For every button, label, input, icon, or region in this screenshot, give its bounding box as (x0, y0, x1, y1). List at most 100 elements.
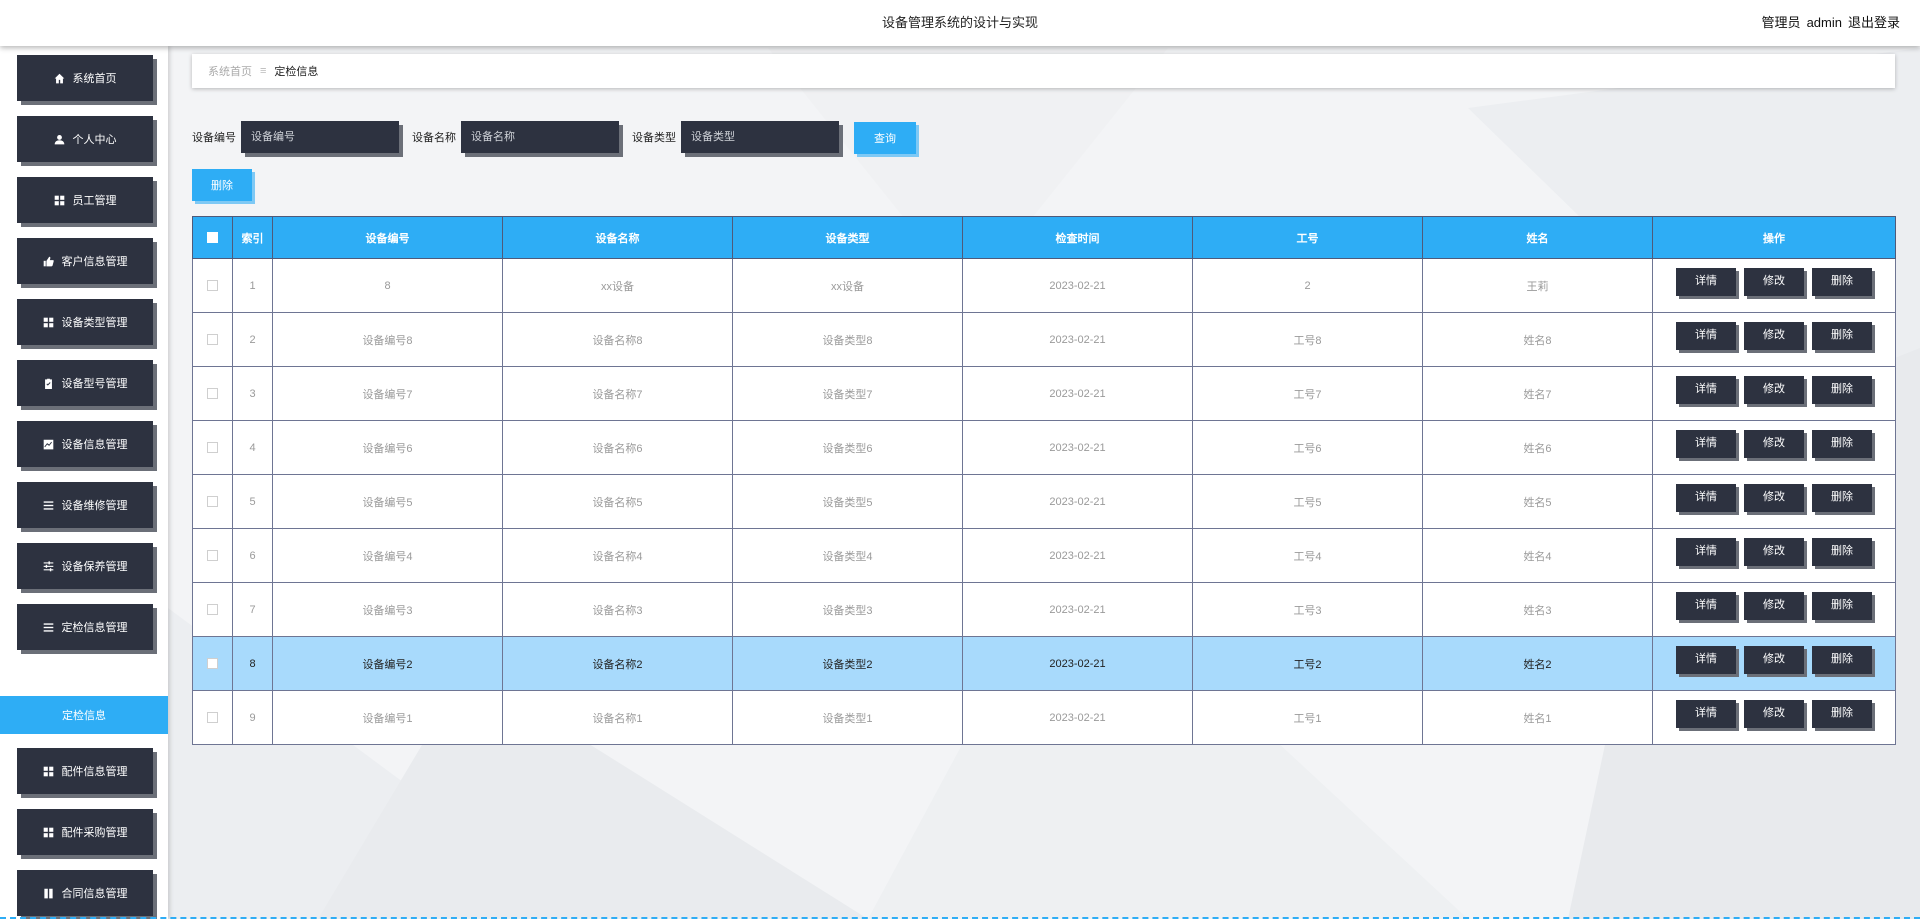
select-all-checkbox[interactable] (207, 232, 218, 244)
table-cell: 设备名称1 (502, 690, 733, 745)
table-cell: 设备类型8 (732, 312, 963, 367)
row-checkbox[interactable] (207, 712, 218, 724)
select-all-header (192, 216, 233, 259)
detail-button[interactable]: 详情 (1676, 591, 1736, 620)
grid-icon (43, 766, 54, 777)
edit-button[interactable]: 修改 (1744, 429, 1804, 458)
sidebar-item-employees[interactable]: 员工管理 (17, 177, 153, 223)
device-id-input[interactable] (241, 121, 399, 153)
table-row[interactable]: 5 设备编号5 设备名称5 设备类型5 2023-02-21 工号5 姓名5 详情 修改 删除 (192, 474, 1896, 529)
edit-button[interactable]: 修改 (1744, 483, 1804, 512)
breadcrumb-separator-icon: ≡ (260, 65, 267, 77)
table-row[interactable]: 1 8 xx设备 xx设备 2023-02-21 2 王莉 详情 修改 删除 (192, 258, 1896, 313)
row-select-cell (192, 420, 233, 475)
table-cell: 设备名称6 (502, 420, 733, 475)
table-row[interactable]: 9 设备编号1 设备名称1 设备类型1 2023-02-21 工号1 姓名1 详情 修改 删除 (192, 690, 1896, 745)
sidebar-item-device-info[interactable]: 设备信息管理 (17, 421, 153, 467)
row-checkbox[interactable] (207, 280, 218, 292)
table-row[interactable]: 2 设备编号8 设备名称8 设备类型8 2023-02-21 工号8 姓名8 详情 修改 删除 (192, 312, 1896, 367)
sidebar-item-label: 合同信息管理 (61, 888, 128, 900)
delete-button[interactable]: 删除 (1812, 537, 1872, 566)
sidebar-item-maintenance[interactable]: 设备维修管理 (17, 482, 153, 528)
table-cell: 设备名称4 (502, 528, 733, 583)
table-cell: 工号8 (1192, 312, 1423, 367)
sidebar-item-label: 设备型号管理 (61, 378, 128, 390)
detail-button[interactable]: 详情 (1676, 375, 1736, 404)
row-checkbox[interactable] (207, 334, 218, 346)
delete-button[interactable]: 删除 (1812, 591, 1872, 620)
table-cell: 设备编号6 (272, 420, 503, 475)
batch-delete-button[interactable]: 删除 (192, 169, 252, 201)
edit-button[interactable]: 修改 (1744, 375, 1804, 404)
row-checkbox[interactable] (207, 442, 218, 454)
sidebar-item-parts[interactable]: 配件信息管理 (17, 748, 153, 794)
sidebar-item-label: 设备类型管理 (61, 317, 128, 329)
edit-button[interactable]: 修改 (1744, 699, 1804, 728)
edit-button[interactable]: 修改 (1744, 537, 1804, 566)
table-cell: 姓名2 (1422, 636, 1653, 691)
delete-button[interactable]: 删除 (1812, 483, 1872, 512)
table-cell: 姓名4 (1422, 528, 1653, 583)
delete-button[interactable]: 删除 (1812, 375, 1872, 404)
username: admin (1806, 15, 1842, 30)
breadcrumb-home[interactable]: 系统首页 (208, 63, 252, 79)
detail-button[interactable]: 详情 (1676, 699, 1736, 728)
table-cell: 2023-02-21 (962, 366, 1193, 421)
row-checkbox[interactable] (207, 604, 218, 616)
table-cell: 3 (232, 366, 273, 421)
detail-button[interactable]: 详情 (1676, 429, 1736, 458)
row-checkbox[interactable] (207, 388, 218, 400)
device-name-input[interactable] (461, 121, 619, 153)
row-select-cell (192, 474, 233, 529)
sidebar-item-home[interactable]: 系统首页 (17, 55, 153, 101)
table-cell: 2023-02-21 (962, 582, 1193, 637)
detail-button[interactable]: 详情 (1676, 537, 1736, 566)
table-row[interactable]: 4 设备编号6 设备名称6 设备类型6 2023-02-21 工号6 姓名6 详情 修改 删除 (192, 420, 1896, 475)
table-row[interactable]: 6 设备编号4 设备名称4 设备类型4 2023-02-21 工号4 姓名4 详情 修改 删除 (192, 528, 1896, 583)
delete-button[interactable]: 删除 (1812, 645, 1872, 674)
sidebar-item-profile[interactable]: 个人中心 (17, 116, 153, 162)
logout-link[interactable]: 退出登录 (1848, 15, 1900, 30)
table-cell: 2 (1192, 258, 1423, 313)
delete-button[interactable]: 删除 (1812, 321, 1872, 350)
search-device-id: 设备编号 (192, 120, 399, 154)
table-cell: 2023-02-21 (962, 474, 1193, 529)
edit-button[interactable]: 修改 (1744, 591, 1804, 620)
clipboard-check-icon (43, 378, 54, 389)
table-cell: 设备名称2 (502, 636, 733, 691)
sidebar-item-servicing[interactable]: 设备保养管理 (17, 543, 153, 589)
edit-button[interactable]: 修改 (1744, 267, 1804, 296)
query-button[interactable]: 查询 (854, 122, 916, 154)
delete-button[interactable]: 删除 (1812, 267, 1872, 296)
detail-button[interactable]: 详情 (1676, 645, 1736, 674)
sidebar-item-inspection[interactable]: 定检信息管理 (17, 604, 153, 650)
detail-button[interactable]: 详情 (1676, 321, 1736, 350)
table-row[interactable]: 7 设备编号3 设备名称3 设备类型3 2023-02-21 工号3 姓名3 详情 修改 删除 (192, 582, 1896, 637)
delete-button[interactable]: 删除 (1812, 429, 1872, 458)
row-checkbox[interactable] (207, 496, 218, 508)
column-header: 设备名称 (502, 216, 733, 259)
sidebar-subitem-inspection-info[interactable]: 定检信息 (0, 696, 168, 734)
sidebar-item-device-models[interactable]: 设备型号管理 (17, 360, 153, 406)
sidebar-item-device-types[interactable]: 设备类型管理 (17, 299, 153, 345)
table-cell: 8 (272, 258, 503, 313)
table-cell: 王莉 (1422, 258, 1653, 313)
row-checkbox[interactable] (207, 550, 218, 562)
table-cell: 姓名8 (1422, 312, 1653, 367)
delete-button[interactable]: 删除 (1812, 699, 1872, 728)
row-checkbox[interactable] (207, 658, 218, 670)
column-header: 工号 (1192, 216, 1423, 259)
detail-button[interactable]: 详情 (1676, 267, 1736, 296)
device-type-input[interactable] (681, 121, 839, 153)
sidebar-item-contracts[interactable]: 合同信息管理 (17, 870, 153, 916)
sidebar-item-parts-purchase[interactable]: 配件采购管理 (17, 809, 153, 855)
table-row[interactable]: 3 设备编号7 设备名称7 设备类型7 2023-02-21 工号7 姓名7 详情 修改 删除 (192, 366, 1896, 421)
sidebar-item-label: 系统首页 (72, 73, 117, 85)
sidebar-item-customers[interactable]: 客户信息管理 (17, 238, 153, 284)
detail-button[interactable]: 详情 (1676, 483, 1736, 512)
edit-button[interactable]: 修改 (1744, 321, 1804, 350)
row-select-cell (192, 528, 233, 583)
table-row[interactable]: 8 设备编号2 设备名称2 设备类型2 2023-02-21 工号2 姓名2 详情 修改 删除 (192, 636, 1896, 691)
row-actions: 详情 修改 删除 (1652, 420, 1896, 475)
edit-button[interactable]: 修改 (1744, 645, 1804, 674)
